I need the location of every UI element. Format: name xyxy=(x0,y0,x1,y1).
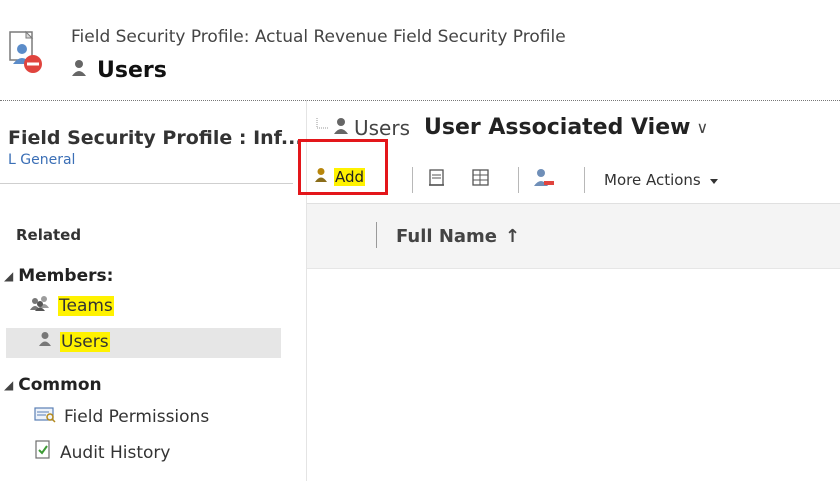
more-actions-label: More Actions xyxy=(604,171,701,189)
nav-general-link[interactable]: L General xyxy=(8,152,75,168)
field-security-profile-icon xyxy=(8,30,44,74)
nav-divider xyxy=(0,183,293,184)
nav-group-label: Common xyxy=(18,375,102,395)
add-button-label: Add xyxy=(334,168,366,186)
nav-group-common[interactable]: ◢ Common xyxy=(4,375,102,395)
sidebar-item-teams[interactable]: Teams xyxy=(30,295,114,316)
sidebar-item-label: Users xyxy=(60,331,110,352)
sidebar-item-users[interactable]: Users xyxy=(38,331,110,352)
export-icon[interactable] xyxy=(471,168,491,192)
nav-group-members[interactable]: ◢ Members: xyxy=(4,266,113,286)
column-separator[interactable] xyxy=(376,222,377,248)
related-heading: Related xyxy=(16,226,82,244)
audit-history-icon xyxy=(34,440,52,465)
sidebar-item-field-permissions[interactable]: Field Permissions xyxy=(34,405,209,428)
sort-ascending-icon: ↑ xyxy=(505,226,521,247)
toolbar-separator xyxy=(518,167,519,193)
user-icon xyxy=(334,117,348,139)
remove-user-icon[interactable] xyxy=(533,168,555,192)
field-permissions-icon xyxy=(34,405,56,428)
tree-connector-icon xyxy=(316,117,328,138)
report-icon[interactable] xyxy=(427,168,447,192)
page-title-text: Users xyxy=(97,58,167,83)
header-divider xyxy=(0,100,840,101)
sidebar-item-label: Audit History xyxy=(60,442,171,463)
dropdown-arrow-icon xyxy=(709,171,719,189)
sidebar-item-label: Field Permissions xyxy=(64,406,210,427)
add-user-icon xyxy=(314,167,328,187)
toolbar-separator xyxy=(584,167,585,193)
page-title: Users xyxy=(71,58,167,83)
more-actions-button[interactable]: More Actions xyxy=(604,171,719,189)
chevron-down-icon: ∨ xyxy=(696,118,709,137)
column-header-label: Full Name xyxy=(396,226,497,247)
grid-header xyxy=(307,204,840,269)
user-icon xyxy=(71,58,87,83)
nav-group-label: Members: xyxy=(18,266,114,286)
grid-header-bottom-border xyxy=(307,268,840,269)
teams-icon xyxy=(30,295,50,316)
nav-record-title: Field Security Profile : Inf... xyxy=(8,127,303,149)
collapse-triangle-icon: ◢ xyxy=(4,378,14,392)
toolbar-separator xyxy=(412,167,413,193)
view-entity-label: Users xyxy=(354,115,411,140)
sidebar-item-audit-history[interactable]: Audit History xyxy=(34,440,170,465)
view-name: User Associated View xyxy=(424,115,691,140)
column-header-full-name[interactable]: Full Name ↑ xyxy=(396,226,520,247)
sidebar-item-label: Teams xyxy=(58,295,114,316)
page-subtitle: Field Security Profile: Actual Revenue F… xyxy=(71,27,566,47)
collapse-triangle-icon: ◢ xyxy=(4,269,14,283)
user-icon xyxy=(38,331,52,352)
add-button[interactable]: Add xyxy=(314,167,366,187)
view-selector[interactable]: Users User Associated View ∨ xyxy=(316,115,708,140)
